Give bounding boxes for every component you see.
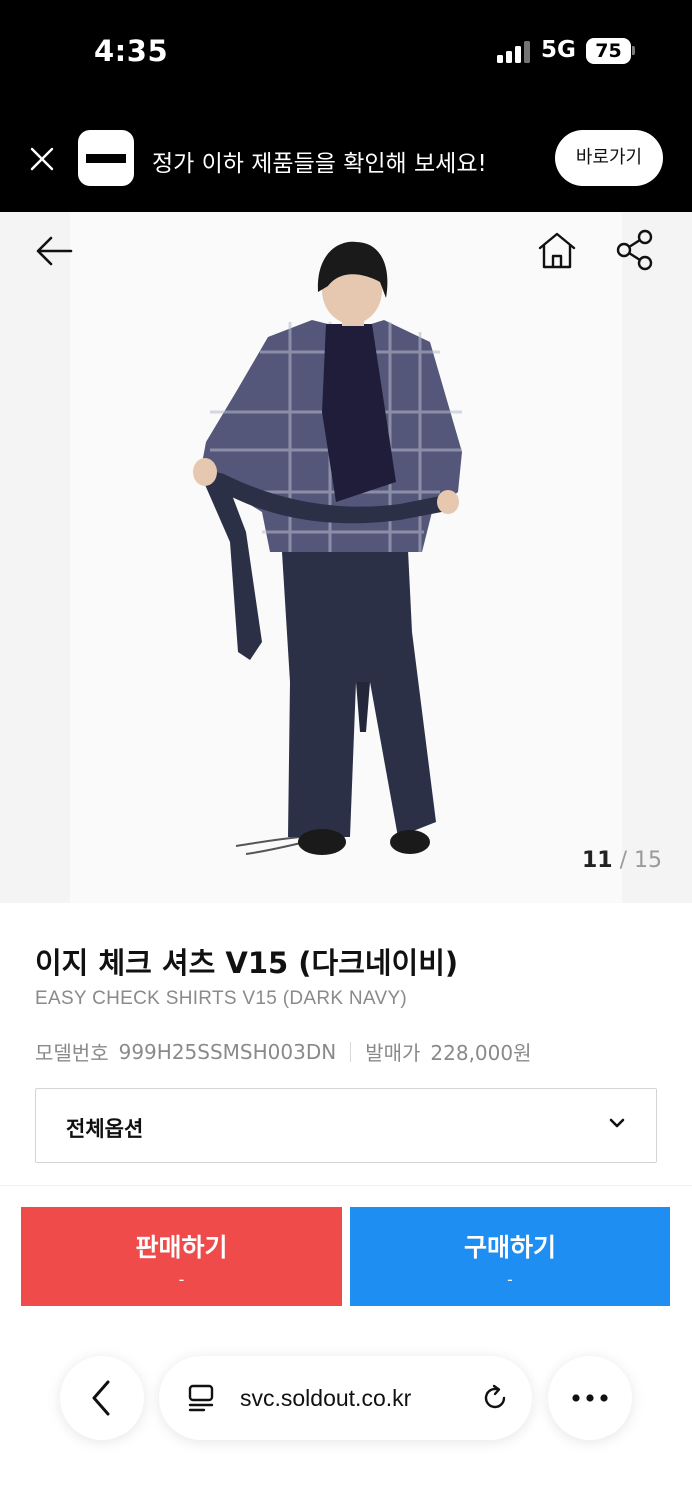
buy-button-price: -	[507, 1270, 513, 1289]
browser-more-button[interactable]	[548, 1356, 632, 1440]
battery-icon: 75	[586, 38, 631, 64]
product-subtitle: EASY CHECK SHIRTS V15 (DARK NAVY)	[35, 988, 408, 1009]
image-counter-separator: /	[619, 848, 627, 873]
tabs-icon	[188, 1384, 214, 1412]
network-label: 5G	[541, 37, 576, 63]
close-icon[interactable]	[28, 145, 56, 173]
option-select[interactable]: 전체옵션	[35, 1088, 657, 1163]
release-price-value: 228,000원	[430, 1041, 532, 1065]
chevron-down-icon	[609, 1118, 625, 1128]
buy-button[interactable]: 구매하기 -	[350, 1207, 670, 1306]
product-title: 이지 체크 셔츠 V15 (다크네이비)	[35, 946, 459, 980]
image-counter-current: 11	[581, 848, 613, 873]
share-icon[interactable]	[615, 228, 655, 272]
reload-icon[interactable]	[480, 1383, 510, 1413]
image-counter-total: 15	[634, 848, 662, 873]
promo-text: 정가 이하 제품들을 확인해 보세요!	[152, 151, 487, 177]
more-icon	[572, 1394, 608, 1402]
browser-back-icon	[92, 1380, 110, 1416]
status-time: 4:35	[94, 34, 169, 68]
promo-go-button[interactable]: 바로가기	[555, 130, 663, 186]
signal-icon	[497, 41, 531, 63]
release-price-label: 발매가	[365, 1041, 421, 1065]
model-number-value: 999H25SSMSH003DN	[118, 1039, 337, 1064]
app-logo-icon	[78, 130, 134, 186]
battery-cap	[632, 46, 635, 55]
product-photo	[193, 241, 462, 855]
browser-url: svc.soldout.co.kr	[240, 1385, 412, 1411]
meta-divider	[350, 1041, 352, 1062]
sell-button-label: 판매하기	[135, 1233, 228, 1262]
browser-address-bar[interactable]: svc.soldout.co.kr	[159, 1356, 532, 1440]
sell-button-price: -	[178, 1270, 185, 1289]
buy-button-label: 구매하기	[463, 1233, 556, 1262]
home-icon[interactable]	[535, 228, 579, 272]
image-counter: 11 / 15	[582, 848, 662, 873]
model-number-label: 모델번호	[35, 1041, 109, 1065]
browser-back-button[interactable]	[60, 1356, 144, 1440]
product-meta: 모델번호 999H25SSMSH003DN 발매가 228,000원	[35, 1037, 532, 1066]
option-select-label: 전체옵션	[66, 1117, 144, 1141]
sell-button[interactable]: 판매하기 -	[21, 1207, 342, 1306]
product-image[interactable]	[0, 212, 692, 903]
back-arrow-icon[interactable]	[33, 230, 75, 272]
